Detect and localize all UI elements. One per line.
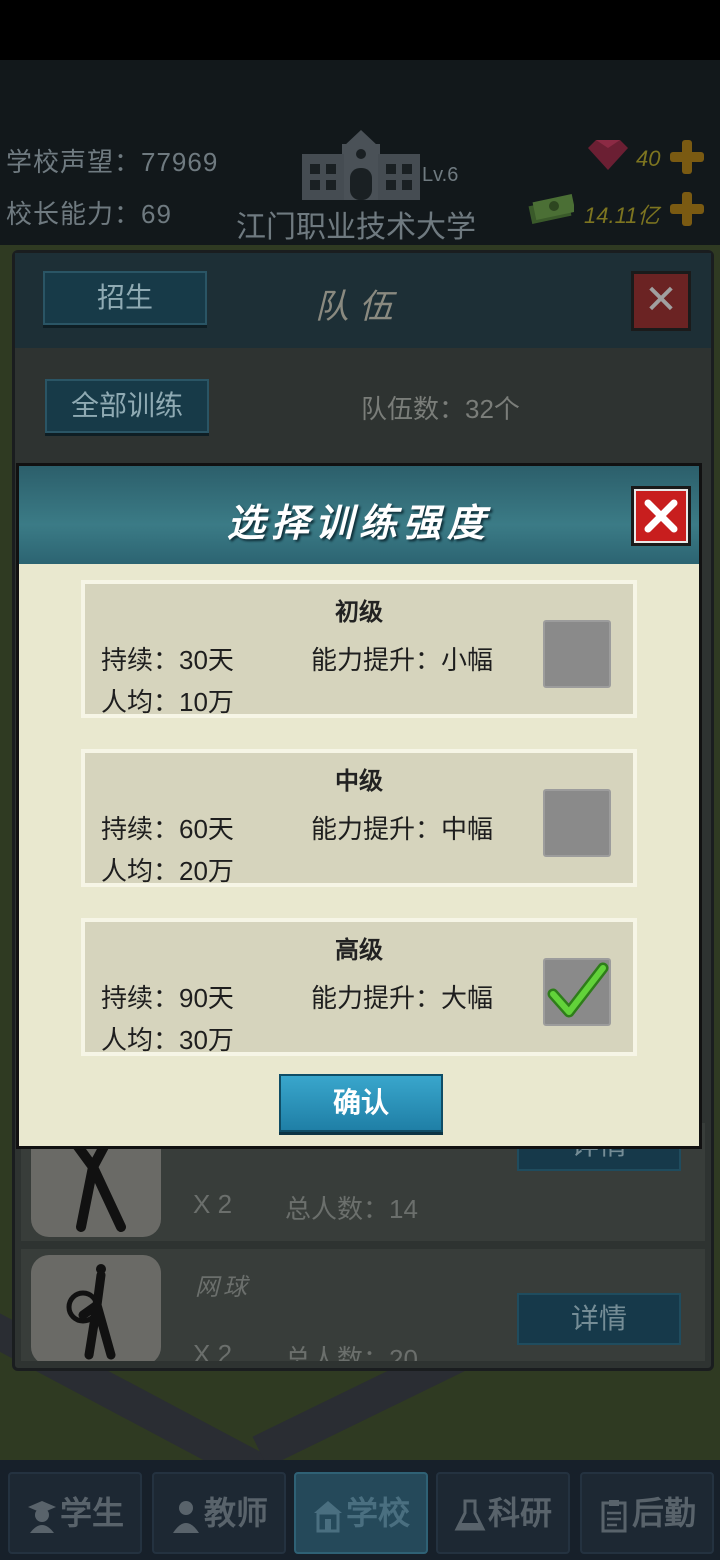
- option-boost: 能力提升：中幅: [311, 814, 494, 844]
- option-cost: 人均：10万: [101, 687, 234, 717]
- nav-label: 科研: [487, 1495, 552, 1531]
- add-money-button[interactable]: [670, 192, 704, 226]
- research-icon: [454, 1499, 486, 1531]
- team-total: 总人数：20: [285, 1344, 418, 1361]
- option-cost: 人均：30万: [101, 1025, 234, 1055]
- money-icon: [528, 194, 574, 224]
- train-all-button[interactable]: 全部训练: [45, 379, 209, 433]
- option-cost: 人均：20万: [101, 856, 234, 886]
- reputation-label: 学校声望：: [6, 147, 142, 177]
- team-name: 网球: [195, 1273, 251, 1301]
- training-intensity-dialog: 选择训练强度 初级 持续：30天 能力提升：小幅 人均：10万 中级 持续：60…: [16, 463, 702, 1149]
- tennis-player-icon: [66, 1264, 116, 1360]
- close-icon: [644, 499, 678, 533]
- school-building-icon: [302, 130, 420, 200]
- team-panel-title: 队伍: [315, 287, 403, 327]
- game-header: 学校声望：77969 校长能力：69 Lv.6 江门职业技术大学 40 14.1…: [0, 60, 720, 245]
- team-count: 队伍数：32个: [361, 394, 520, 424]
- option-checkbox[interactable]: [543, 620, 611, 688]
- team-member-multiplier: X 2: [193, 1339, 233, 1361]
- intensity-option-beginner[interactable]: 初级 持续：30天 能力提升：小幅 人均：10万: [81, 580, 637, 718]
- nav-research[interactable]: 科研: [436, 1472, 570, 1554]
- nav-label: 学生: [59, 1495, 124, 1531]
- school-icon: [313, 1500, 342, 1533]
- intensity-option-advanced[interactable]: 高级 持续：90天 能力提升：大幅 人均：30万: [81, 918, 637, 1056]
- nav-label: 学校: [345, 1495, 410, 1531]
- nav-label: 后勤: [631, 1495, 696, 1531]
- money-amount: 14.11亿: [584, 203, 660, 228]
- option-duration: 持续：30天: [101, 645, 234, 675]
- gem-icon: [588, 140, 628, 170]
- team-total: 总人数：14: [285, 1194, 418, 1224]
- dialog-close-button[interactable]: [631, 486, 691, 546]
- dialog-title: 选择训练强度: [226, 500, 491, 545]
- nav-teachers[interactable]: 教师: [152, 1472, 286, 1554]
- option-checkbox-checked[interactable]: [543, 958, 611, 1026]
- gem-count: 40: [636, 146, 661, 171]
- nav-label: 教师: [203, 1495, 268, 1531]
- close-icon: ✕: [644, 278, 678, 322]
- student-icon: [27, 1500, 56, 1533]
- teacher-icon: [172, 1500, 199, 1533]
- nav-students[interactable]: 学生: [8, 1472, 142, 1554]
- nav-logistics[interactable]: 后勤: [580, 1472, 714, 1554]
- checkmark-icon: [547, 962, 609, 1018]
- bottom-nav: 学生 教师 学校 科研 后勤: [0, 1460, 720, 1560]
- logistics-icon: [601, 1499, 627, 1533]
- option-boost: 能力提升：大幅: [311, 983, 494, 1013]
- team-row: 网球 X 2 总人数：20 详情: [21, 1249, 705, 1361]
- school-name: 江门职业技术大学: [236, 211, 476, 244]
- reputation-row: 学校声望：77969: [6, 142, 218, 179]
- reputation-value: 77969: [141, 147, 219, 177]
- ability-value: 69: [141, 199, 172, 229]
- option-duration: 持续：60天: [101, 814, 234, 844]
- ability-row: 校长能力：69: [6, 194, 172, 231]
- option-duration: 持续：90天: [101, 983, 234, 1013]
- status-bar: [0, 0, 720, 60]
- intensity-option-intermediate[interactable]: 中级 持续：60天 能力提升：中幅 人均：20万: [81, 749, 637, 887]
- team-detail-button[interactable]: 详情: [517, 1293, 681, 1345]
- option-checkbox[interactable]: [543, 789, 611, 857]
- recruit-tab[interactable]: 招生: [43, 271, 207, 325]
- nav-school[interactable]: 学校: [294, 1472, 428, 1554]
- ability-label: 校长能力：: [6, 199, 142, 229]
- add-gems-button[interactable]: [670, 140, 704, 174]
- option-boost: 能力提升：小幅: [311, 645, 494, 675]
- confirm-button[interactable]: 确认: [279, 1074, 443, 1132]
- team-panel-close-button[interactable]: ✕: [631, 271, 691, 331]
- school-level: Lv.6: [422, 164, 459, 186]
- team-member-multiplier: X 2: [193, 1189, 233, 1219]
- team-avatar: [31, 1255, 161, 1361]
